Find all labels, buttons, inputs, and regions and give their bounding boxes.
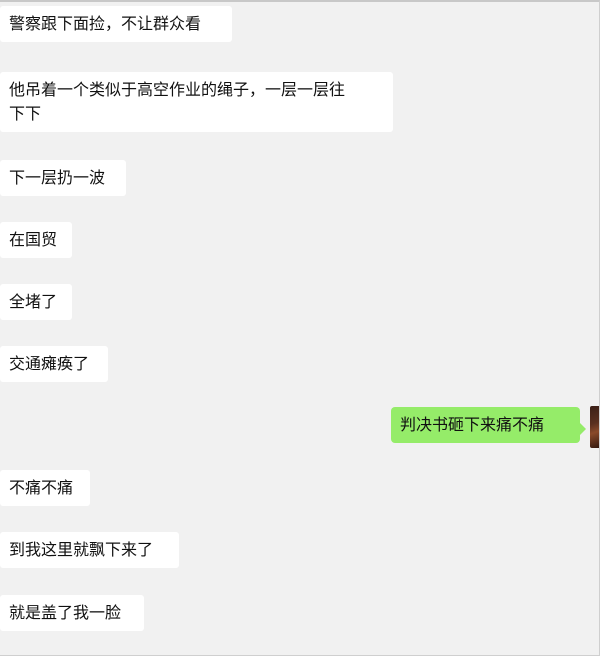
chat-window: 警察跟下面捡，不让群众看 他吊着一个类似于高空作业的绳子，一层一层往 下下 下一… xyxy=(0,0,600,656)
message-bubble-incoming[interactable]: 在国贸 xyxy=(0,222,72,258)
message-bubble-incoming[interactable]: 下一层扔一波 xyxy=(0,160,126,196)
user-avatar[interactable] xyxy=(590,406,599,448)
message-bubble-incoming[interactable]: 不痛不痛 xyxy=(0,470,90,506)
message-bubble-incoming[interactable]: 就是盖了我一脸 xyxy=(0,595,144,631)
message-bubble-incoming[interactable]: 警察跟下面捡，不让群众看 xyxy=(0,6,232,42)
message-bubble-incoming[interactable]: 到我这里就飘下来了 xyxy=(0,532,179,568)
message-bubble-incoming[interactable]: 他吊着一个类似于高空作业的绳子，一层一层往 下下 xyxy=(0,72,393,132)
message-bubble-outgoing[interactable]: 判决书砸下来痛不痛 xyxy=(391,407,586,443)
message-bubble-incoming[interactable]: 交通瘫痪了 xyxy=(0,346,108,382)
message-bubble-incoming[interactable]: 全堵了 xyxy=(0,284,72,320)
